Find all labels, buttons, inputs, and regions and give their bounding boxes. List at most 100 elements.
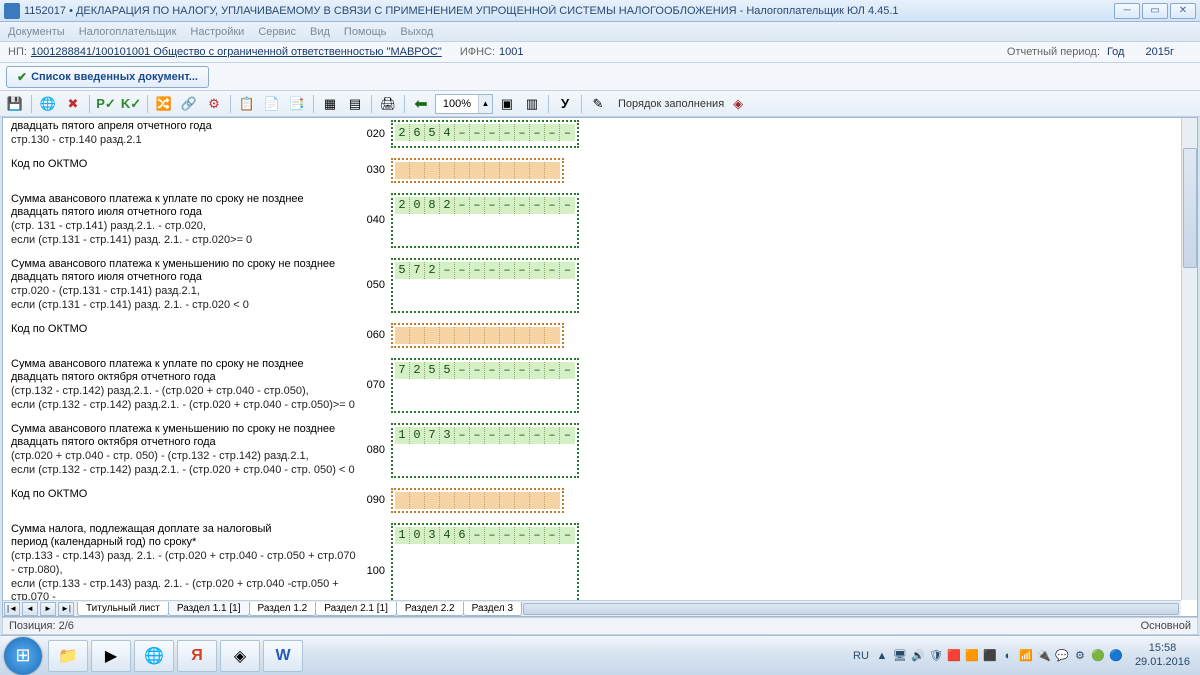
input-cell[interactable]: 1 xyxy=(395,527,410,544)
page-tab[interactable]: Раздел 3 xyxy=(463,602,522,616)
input-cell[interactable]: – xyxy=(485,362,500,379)
tray-icon[interactable]: 🛡 xyxy=(929,649,943,663)
input-cell[interactable]: – xyxy=(500,197,515,214)
input-cell[interactable]: – xyxy=(500,262,515,279)
close-button[interactable]: ✕ xyxy=(1170,3,1196,19)
fit-icon[interactable]: ▣ xyxy=(496,93,518,115)
arrow-left-icon[interactable]: ⬅ xyxy=(410,93,432,115)
group2-icon[interactable]: ▤ xyxy=(344,93,366,115)
group1-icon[interactable]: ▦ xyxy=(319,93,341,115)
tray-icon[interactable]: 🖥 xyxy=(893,649,907,663)
input-cell[interactable] xyxy=(530,327,545,344)
input-cell[interactable]: – xyxy=(485,527,500,544)
tool1-icon[interactable]: 📋 xyxy=(236,93,258,115)
input-cell[interactable] xyxy=(500,492,515,509)
input-cell[interactable]: – xyxy=(530,427,545,444)
input-cell[interactable]: – xyxy=(530,362,545,379)
taskbar-app-icon[interactable]: ◈ xyxy=(220,640,260,672)
page-tab[interactable]: Титульный лист xyxy=(77,602,169,616)
input-cell[interactable] xyxy=(440,492,455,509)
tray-icon[interactable]: 💬 xyxy=(1055,649,1069,663)
menu-сервис[interactable]: Сервис xyxy=(258,26,296,38)
save-icon[interactable]: 💾 xyxy=(4,93,26,115)
zoom-control[interactable]: ▲ xyxy=(435,94,493,114)
input-cell[interactable]: – xyxy=(515,262,530,279)
input-cell[interactable]: 5 xyxy=(440,362,455,379)
input-cell[interactable]: – xyxy=(455,262,470,279)
input-cell[interactable] xyxy=(395,327,410,344)
globe-icon[interactable]: 🌐 xyxy=(37,93,59,115)
tray-icon[interactable]: ▲ xyxy=(875,649,889,663)
input-cell[interactable]: – xyxy=(560,527,575,544)
cell-group[interactable] xyxy=(391,488,564,513)
tray-icon[interactable]: 🟧 xyxy=(965,649,979,663)
input-cell[interactable]: – xyxy=(455,197,470,214)
input-cell[interactable]: – xyxy=(560,362,575,379)
input-cell[interactable] xyxy=(500,327,515,344)
input-cell[interactable] xyxy=(485,162,500,179)
recalc-k-icon[interactable]: K✓ xyxy=(120,93,142,115)
input-cell[interactable]: 0 xyxy=(410,427,425,444)
tree-icon[interactable]: 🔀 xyxy=(153,93,175,115)
gear-icon[interactable]: ⚙ xyxy=(203,93,225,115)
taskbar-word-icon[interactable]: W xyxy=(263,640,303,672)
input-cell[interactable]: – xyxy=(470,124,485,141)
menu-помощь[interactable]: Помощь xyxy=(344,26,387,38)
tray-icon[interactable]: 🔌 xyxy=(1037,649,1051,663)
input-cell[interactable]: – xyxy=(515,362,530,379)
cell-group[interactable]: 572––––––––– xyxy=(391,258,579,313)
input-cell[interactable]: – xyxy=(455,427,470,444)
lang-indicator[interactable]: RU xyxy=(853,650,869,662)
input-cell[interactable] xyxy=(530,492,545,509)
input-cell[interactable]: – xyxy=(500,427,515,444)
input-cell[interactable]: 5 xyxy=(425,124,440,141)
maximize-button[interactable]: ▭ xyxy=(1142,3,1168,19)
tray-icon[interactable]: ⬛ xyxy=(983,649,997,663)
order-label[interactable]: Порядок заполнения xyxy=(618,98,724,110)
input-cell[interactable]: 6 xyxy=(410,124,425,141)
input-cell[interactable]: – xyxy=(470,527,485,544)
link-icon[interactable]: 🔗 xyxy=(178,93,200,115)
nav-next-icon[interactable]: ► xyxy=(40,602,56,616)
input-cell[interactable] xyxy=(545,492,560,509)
taskbar-media-icon[interactable]: ▶ xyxy=(91,640,131,672)
input-cell[interactable]: – xyxy=(500,124,515,141)
input-cell[interactable]: – xyxy=(470,362,485,379)
input-cell[interactable] xyxy=(425,492,440,509)
cell-group[interactable]: 2082–––––––– xyxy=(391,193,579,248)
minimize-button[interactable]: ─ xyxy=(1114,3,1140,19)
input-cell[interactable] xyxy=(470,492,485,509)
input-cell[interactable] xyxy=(485,492,500,509)
input-cell[interactable] xyxy=(395,162,410,179)
np-value[interactable]: 1001288841/100101001 Общество с ограниче… xyxy=(31,46,442,58)
book-icon[interactable]: ◈ xyxy=(727,93,749,115)
page-tab[interactable]: Раздел 2.1 [1] xyxy=(315,602,397,616)
tray-icon[interactable]: ⚙ xyxy=(1073,649,1087,663)
nav-last-icon[interactable]: ►| xyxy=(58,602,74,616)
input-cell[interactable] xyxy=(470,162,485,179)
input-cell[interactable] xyxy=(500,162,515,179)
input-cell[interactable]: – xyxy=(545,362,560,379)
input-cell[interactable]: 2 xyxy=(410,362,425,379)
input-cell[interactable]: – xyxy=(515,427,530,444)
taskbar-chrome-icon[interactable]: 🌐 xyxy=(134,640,174,672)
input-cell[interactable] xyxy=(545,162,560,179)
wand-icon[interactable]: ✎ xyxy=(587,93,609,115)
menu-налогоплательщик[interactable]: Налогоплательщик xyxy=(79,26,177,38)
tool3-icon[interactable]: 📑 xyxy=(286,93,308,115)
input-cell[interactable]: – xyxy=(545,527,560,544)
input-cell[interactable] xyxy=(440,162,455,179)
menu-вид[interactable]: Вид xyxy=(310,26,330,38)
input-cell[interactable]: 2 xyxy=(425,262,440,279)
input-cell[interactable] xyxy=(515,492,530,509)
input-cell[interactable]: – xyxy=(560,262,575,279)
input-cell[interactable] xyxy=(515,162,530,179)
page-tab[interactable]: Раздел 1.1 [1] xyxy=(168,602,250,616)
tool2-icon[interactable]: 📄 xyxy=(261,93,283,115)
tray-icon[interactable]: 📶 xyxy=(1019,649,1033,663)
input-cell[interactable] xyxy=(425,327,440,344)
recalc-p-icon[interactable]: P✓ xyxy=(95,93,117,115)
input-cell[interactable] xyxy=(455,492,470,509)
print-icon[interactable]: 🖨 xyxy=(377,93,399,115)
input-cell[interactable]: – xyxy=(530,124,545,141)
